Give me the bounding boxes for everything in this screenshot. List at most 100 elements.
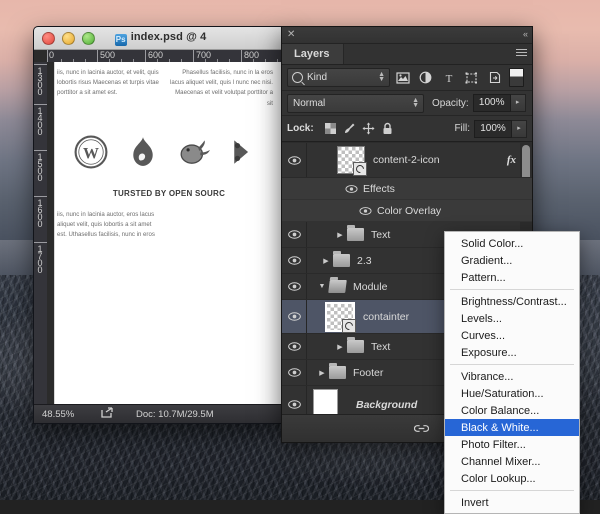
- menu-item-photo-filter[interactable]: Photo Filter...: [445, 436, 579, 453]
- menu-item-color-balance[interactable]: Color Balance...: [445, 402, 579, 419]
- menu-item-channel-mixer[interactable]: Channel Mixer...: [445, 453, 579, 470]
- zoom-level-field[interactable]: 48.55%: [34, 409, 100, 420]
- adjustment-filter-icon[interactable]: [415, 68, 436, 87]
- menu-item-gradient[interactable]: Gradient...: [445, 252, 579, 269]
- layer-name[interactable]: Effects: [363, 183, 532, 195]
- blend-mode-value: Normal: [293, 97, 326, 109]
- panel-menu-icon[interactable]: [514, 47, 528, 59]
- blend-mode-row[interactable]: Normal ▲ ▼ Opacity: 100% ▸: [282, 91, 532, 116]
- vertical-ruler[interactable]: 1300 1400 1500 1600 1700: [34, 62, 48, 405]
- layer-visibility-toggle[interactable]: [282, 312, 306, 321]
- menu-item-hue-saturation[interactable]: Hue/Saturation...: [445, 385, 579, 402]
- menu-item-levels[interactable]: Levels...: [445, 310, 579, 327]
- lock-transparent-pixels-icon[interactable]: [321, 120, 340, 137]
- folder-icon: [347, 337, 364, 353]
- lorem-column-right: Phasellus facilisis, nunc in la eros lac…: [170, 69, 273, 107]
- layer-visibility-toggle[interactable]: [282, 256, 306, 265]
- shape-filter-icon[interactable]: [461, 68, 482, 87]
- text-columns-bottom: iis, nunc in lacinia auctor, eros lacus …: [55, 198, 283, 241]
- menu-item-solid-color[interactable]: Solid Color...: [445, 235, 579, 252]
- layer-effects-icon[interactable]: fx: [507, 154, 516, 166]
- filter-kind-select[interactable]: Kind ▲ ▼: [287, 68, 390, 87]
- fill-input[interactable]: 100%: [474, 119, 512, 138]
- search-icon: [292, 72, 303, 83]
- collapse-panel-icon[interactable]: «: [523, 29, 528, 40]
- share-arrow-icon[interactable]: [100, 406, 124, 422]
- ruler-v-tick-1400: 1400: [35, 106, 45, 134]
- folder-icon: [347, 225, 364, 241]
- lock-all-icon[interactable]: [378, 120, 397, 137]
- menu-item-pattern[interactable]: Pattern...: [445, 269, 579, 286]
- table-row[interactable]: Color Overlay: [282, 200, 532, 222]
- menu-separator: [450, 289, 574, 290]
- chevron-updown-icon: ▲ ▼: [378, 71, 385, 83]
- chevron-down-icon[interactable]: ▼: [315, 283, 329, 290]
- layer-thumbnail[interactable]: [313, 388, 338, 415]
- close-icon[interactable]: ✕: [287, 29, 295, 40]
- fill-label: Fill:: [454, 123, 470, 134]
- opacity-stepper[interactable]: ▸: [510, 94, 526, 112]
- ruler-v-tick-1700: 1700: [35, 244, 45, 272]
- ruler-v-tick-1300: 1300: [35, 66, 45, 94]
- document-title-text: index.psd @ 4: [130, 30, 207, 43]
- type-filter-icon[interactable]: T: [438, 68, 459, 87]
- panel-tab-row[interactable]: Layers: [282, 44, 532, 65]
- opacity-label: Opacity:: [432, 97, 469, 109]
- layer-name[interactable]: content-2-icon: [373, 154, 507, 166]
- svg-text:T: T: [445, 73, 452, 84]
- text-columns-top: iis, nunc in lacinia auctor, et velit, q…: [55, 62, 283, 109]
- menu-separator: [450, 490, 574, 491]
- folder-icon: [329, 363, 346, 379]
- menu-item-vibrance[interactable]: Vibrance...: [445, 368, 579, 385]
- lock-image-pixels-icon[interactable]: [340, 120, 359, 137]
- chevron-right-icon[interactable]: ▶: [315, 369, 329, 377]
- lock-position-icon[interactable]: [359, 120, 378, 137]
- ruler-h-tick-600: 600: [148, 50, 164, 60]
- document-window[interactable]: Psindex.psd @ 4 0 500 600 700 800 9 1300…: [33, 26, 288, 424]
- layer-filter-row[interactable]: Kind ▲ ▼ T: [282, 65, 532, 91]
- document-titlebar[interactable]: Ps index.psd @ 4: [34, 27, 287, 50]
- menu-item-exposure[interactable]: Exposure...: [445, 344, 579, 361]
- table-row[interactable]: Effects: [282, 178, 532, 200]
- layer-visibility-toggle[interactable]: [282, 155, 306, 165]
- layer-thumbnail[interactable]: [337, 146, 367, 176]
- ruler-h-tick-700: 700: [196, 50, 212, 60]
- layer-visibility-toggle[interactable]: [282, 400, 306, 409]
- layer-visibility-toggle[interactable]: [282, 368, 306, 377]
- layer-thumbnail[interactable]: [325, 301, 356, 333]
- pixel-filter-icon[interactable]: [392, 68, 413, 87]
- chevron-right-icon[interactable]: ▶: [333, 231, 347, 239]
- blend-mode-select[interactable]: Normal ▲ ▼: [287, 93, 424, 113]
- table-row[interactable]: content-2-icon fx: [282, 143, 532, 178]
- layer-name[interactable]: Color Overlay: [377, 205, 532, 217]
- filter-enable-toggle[interactable]: [509, 68, 524, 87]
- menu-item-brightness-contrast[interactable]: Brightness/Contrast...: [445, 293, 579, 310]
- fill-stepper[interactable]: ▸: [512, 119, 527, 138]
- link-layers-icon[interactable]: [412, 420, 430, 438]
- opacity-input[interactable]: 100%: [472, 94, 511, 112]
- document-size-info: Doc: 10.7M/29.5M: [136, 408, 214, 420]
- canvas-page[interactable]: iis, nunc in lacinia auctor, et velit, q…: [55, 62, 283, 405]
- menu-item-curves[interactable]: Curves...: [445, 327, 579, 344]
- svg-text:W: W: [83, 145, 99, 162]
- layer-visibility-toggle[interactable]: [282, 282, 306, 291]
- panel-titlebar[interactable]: ✕ «: [282, 27, 532, 44]
- chevron-right-icon[interactable]: ▶: [333, 343, 347, 351]
- effects-visibility-toggle[interactable]: [345, 184, 358, 194]
- smart-object-badge-icon: [342, 318, 356, 333]
- ruler-v-tick-1600: 1600: [35, 198, 45, 226]
- smart-object-filter-icon[interactable]: [484, 68, 505, 87]
- lock-row[interactable]: Lock: Fill: 100% ▸: [282, 116, 532, 142]
- menu-item-invert[interactable]: Invert: [445, 494, 579, 511]
- new-adjustment-layer-menu[interactable]: Solid Color... Gradient... Pattern... Br…: [444, 231, 580, 514]
- document-statusbar: 48.55% Doc: 10.7M/29.5M: [34, 404, 287, 423]
- ruler-v-tick-1500: 1500: [35, 152, 45, 180]
- canvas-area[interactable]: iis, nunc in lacinia auctor, et velit, q…: [47, 62, 287, 405]
- layer-visibility-toggle[interactable]: [282, 230, 306, 239]
- tab-layers[interactable]: Layers: [282, 44, 345, 64]
- menu-item-black-and-white[interactable]: Black & White...: [445, 419, 579, 436]
- layer-visibility-toggle[interactable]: [282, 342, 306, 351]
- effect-visibility-toggle[interactable]: [359, 206, 372, 216]
- chevron-right-icon[interactable]: ▶: [319, 257, 333, 265]
- menu-item-color-lookup[interactable]: Color Lookup...: [445, 470, 579, 487]
